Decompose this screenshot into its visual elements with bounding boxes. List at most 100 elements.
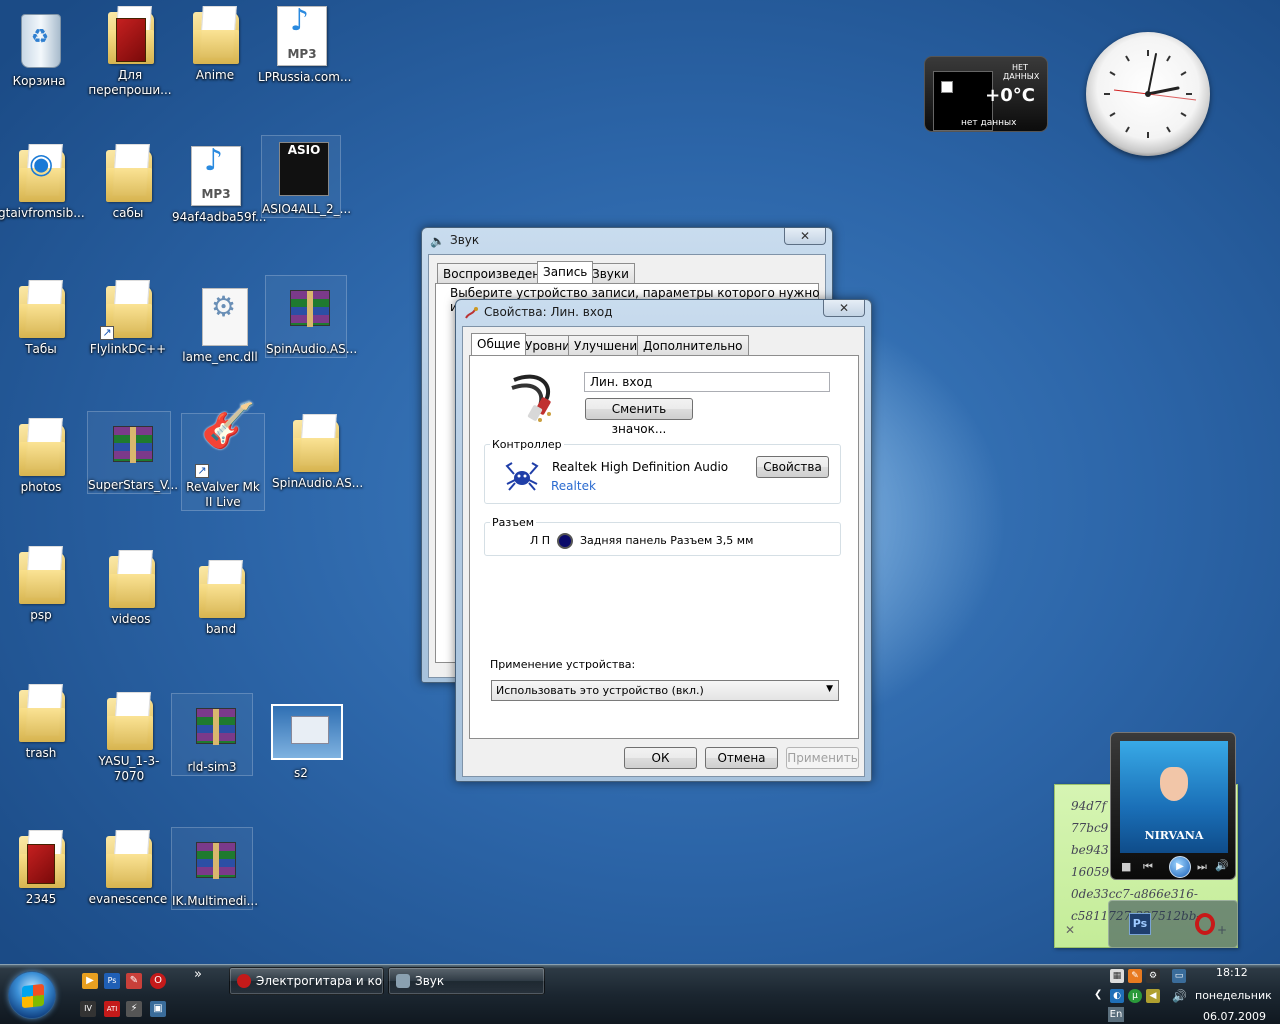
desktop-icon-spinaudio-2[interactable]: SpinAudio.AS...	[272, 410, 363, 491]
tab-recording[interactable]: Запись	[537, 261, 594, 283]
desktop-icon-gtaiv[interactable]: ◉ gtaivfromsib...	[0, 140, 85, 221]
desktop-icon-label: ReValver Mk II Live	[186, 480, 260, 509]
desktop-icon-spinaudio-1[interactable]: SpinAudio.AS...	[265, 275, 357, 358]
desktop-icon-lame-enc[interactable]: lame_enc.dll	[177, 284, 263, 365]
media-player-gadget[interactable]: NIRVANA ■ ⏮ ▶ ⏭ 🔊	[1110, 732, 1236, 880]
quicklaunch-winamp-icon[interactable]: ⚡	[126, 1001, 142, 1017]
properties-window-title: Свойства: Лин. вход	[484, 305, 613, 319]
desktop-icon-psp[interactable]: psp	[0, 542, 84, 623]
desktop-icon-2345[interactable]: 2345	[0, 826, 84, 907]
apply-button[interactable]: Применить	[786, 747, 859, 769]
desktop-icon-recycle-bin[interactable]: Корзина	[0, 8, 82, 89]
volume-icon[interactable]: 🔊	[1215, 859, 1229, 872]
folder-icon	[100, 826, 156, 890]
asio-installer-icon: ASIO	[273, 136, 329, 200]
desktop-icon-photos[interactable]: photos	[0, 414, 84, 495]
sound-window-close-button[interactable]: ✕	[784, 228, 826, 245]
quicklaunch-chevron-icon[interactable]: »	[194, 967, 202, 982]
opera-icon[interactable]	[1195, 913, 1215, 935]
desktop-icon-label: band	[205, 622, 237, 636]
volume-icon[interactable]: 🔊	[1172, 989, 1187, 1003]
quicklaunch-media-player-icon[interactable]: ▶	[82, 973, 98, 989]
folder-icon	[101, 688, 157, 752]
desktop-icon-ik-multimedia[interactable]: IK.Multimedi...	[171, 827, 258, 910]
desktop-icon-superstars[interactable]: SuperStars_V...	[87, 411, 179, 494]
folder-icon	[13, 826, 69, 890]
desktop-icon-anime[interactable]: Anime	[172, 2, 258, 83]
desktop-icon-band[interactable]: band	[178, 556, 264, 637]
desktop-icon-label: Корзина	[12, 74, 66, 88]
winrar-archive-icon	[101, 412, 157, 476]
clock-hour-hand	[1146, 86, 1180, 96]
weather-gadget[interactable]: НЕТ ДАННЫХ +0°C нет данных	[924, 56, 1048, 132]
tray-utorrent-icon[interactable]: µ	[1128, 989, 1142, 1003]
quicklaunch-ati-icon[interactable]: ATI	[104, 1001, 120, 1017]
desktop-icon-saby[interactable]: сабы	[85, 140, 171, 221]
taskbar-button-sound[interactable]: Звук	[388, 967, 545, 995]
desktop-icon-label: SuperStars_V...	[88, 478, 179, 492]
desktop-icon-yasu[interactable]: YASU_1-3-7070	[86, 688, 172, 784]
album-band-name: NIRVANA	[1144, 829, 1204, 842]
taskbar-button-label: Звук	[415, 974, 445, 988]
quicklaunch-opera-icon[interactable]: O	[150, 973, 166, 989]
realtek-vendor-link[interactable]: Realtek	[551, 479, 596, 493]
quicklaunch-screen-icon[interactable]: ▣	[150, 1001, 166, 1017]
properties-window-close-button[interactable]: ✕	[823, 300, 865, 317]
start-button[interactable]	[8, 971, 56, 1019]
next-icon[interactable]: ⏭	[1197, 860, 1207, 874]
clock-time[interactable]: 18:12	[1216, 966, 1248, 979]
properties-window[interactable]: Свойства: Лин. вход ✕ Общие Уровни Улучш…	[455, 299, 872, 782]
device-usage-label: Применение устройства:	[490, 658, 636, 671]
winrar-archive-icon	[184, 694, 240, 758]
tray-network-icon[interactable]: ▦	[1110, 969, 1124, 983]
previous-icon[interactable]: ⏮	[1143, 860, 1153, 874]
desktop-icon-asio4all[interactable]: ASIO ASIO4ALL_2_...	[261, 135, 351, 218]
tray-app-icon[interactable]: ✎	[1128, 969, 1142, 983]
device-name-field[interactable]: Лин. вход	[584, 372, 830, 392]
desktop-icon-label: Табы	[25, 342, 57, 356]
quicklaunch-paint-icon[interactable]: ✎	[126, 973, 142, 989]
tray-antivirus-icon[interactable]: ◐	[1110, 989, 1124, 1003]
desktop-icon-evanescence[interactable]: evanescence	[85, 826, 171, 907]
folder-icon	[103, 546, 159, 610]
desktop-icon-s2[interactable]: s2	[258, 700, 344, 781]
jack-color-indicator	[557, 533, 573, 549]
desktop-icon-flylinkdc[interactable]: ↗ FlylinkDC++	[85, 276, 171, 357]
quicklaunch-ivt-icon[interactable]: IV	[80, 1001, 96, 1017]
stop-icon[interactable]: ■	[1121, 860, 1131, 873]
photoshop-icon[interactable]: Ps	[1129, 913, 1151, 935]
controller-properties-button[interactable]: Свойства	[756, 456, 829, 478]
change-icon-button[interactable]: Сменить значок...	[585, 398, 693, 436]
cancel-button[interactable]: Отмена	[705, 747, 778, 769]
quicklaunch-photoshop-icon[interactable]: Ps	[104, 973, 120, 989]
weather-no-data-top: НЕТ ДАННЫХ	[1003, 63, 1040, 81]
desktop-icon-label: lame_enc.dll	[182, 350, 258, 364]
clock-gadget[interactable]	[1086, 32, 1210, 156]
play-icon[interactable]: ▶	[1169, 856, 1191, 878]
desktop-icon-mp3-file[interactable]: ♪ MP3 94af4adba59f...	[172, 144, 267, 225]
desktop-icon-videos[interactable]: videos	[88, 546, 174, 627]
folder-icon	[13, 542, 69, 606]
desktop-icon-trash[interactable]: trash	[0, 680, 84, 761]
desktop-icon-rld-sim3[interactable]: rld-sim3	[171, 693, 253, 776]
desktop-icon-revalver[interactable]: 🎸 ↗ ReValver Mk II Live	[181, 404, 265, 511]
tray-monitor-icon[interactable]: ▭	[1172, 969, 1186, 983]
clock-day: понедельник	[1195, 989, 1272, 1002]
taskbar-button-browser[interactable]: Электрогитара и ко...	[229, 967, 384, 995]
tab-general[interactable]: Общие	[471, 333, 527, 355]
desktop-icon-lprussia[interactable]: ♪ MP3 LPRussia.com...	[258, 4, 351, 85]
jack-description: Задняя панель Разъем 3,5 мм	[580, 534, 754, 547]
tray-sound-device-icon[interactable]: ◀	[1146, 989, 1160, 1003]
desktop-icon-taby[interactable]: Табы	[0, 276, 84, 357]
desktop-icon-firmware[interactable]: Для перепроши...	[87, 2, 173, 98]
weather-no-data-bottom: нет данных	[961, 118, 1017, 128]
tray-steam-icon[interactable]: ⚙	[1146, 969, 1160, 983]
language-indicator[interactable]: En	[1108, 1007, 1124, 1022]
device-usage-select[interactable]: Использовать это устройство (вкл.) ▼	[491, 680, 839, 701]
realtek-crab-icon	[505, 462, 539, 491]
tab-advanced[interactable]: Дополнительно	[637, 335, 749, 355]
ok-button[interactable]: ОК	[624, 747, 697, 769]
tray-expand-icon[interactable]: ❮	[1094, 989, 1102, 1000]
sticky-close-icon[interactable]: ✕	[1065, 919, 1075, 941]
folder-icon: ◉	[13, 140, 69, 204]
